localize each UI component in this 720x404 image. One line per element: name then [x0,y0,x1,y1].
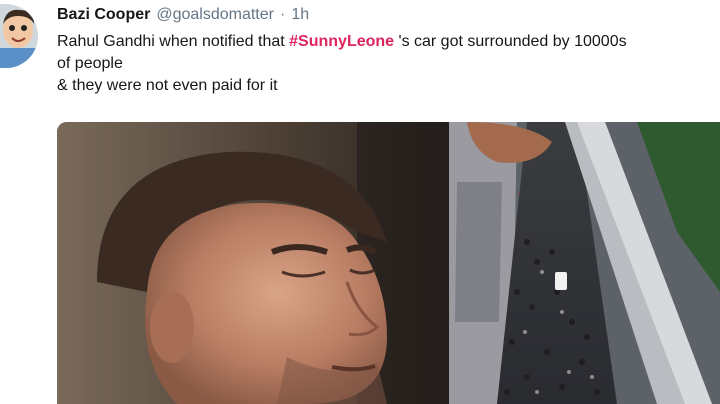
author-name[interactable]: Bazi Cooper [57,6,150,24]
crowd-photo [449,122,720,404]
hashtag-link[interactable]: #SunnyLeone [289,33,394,50]
tweet-text: Rahul Gandhi when notified that #SunnyLe… [57,31,720,97]
author-handle[interactable]: @goalsdomatter [156,6,274,24]
tweet-header: Bazi Cooper @goalsdomatter · 1h [57,3,309,27]
tweet-text-line-1: Rahul Gandhi when notified that #SunnyLe… [57,31,720,53]
tweet-media[interactable] [57,122,720,404]
face-photo [57,122,449,404]
avatar[interactable] [0,4,38,68]
tweet-text-after: 's car got surrounded by 10000s [394,33,627,50]
cartoon-avatar-icon [0,4,38,68]
tweet-timestamp[interactable]: 1h [291,6,309,24]
tweet-text-line-2: of people [57,55,123,72]
tweet-text-before: Rahul Gandhi when notified that [57,33,290,50]
tweet-media-image [57,122,720,404]
tweet-text-line-3: & they were not even paid for it [57,77,278,94]
separator-dot: · [279,6,286,23]
